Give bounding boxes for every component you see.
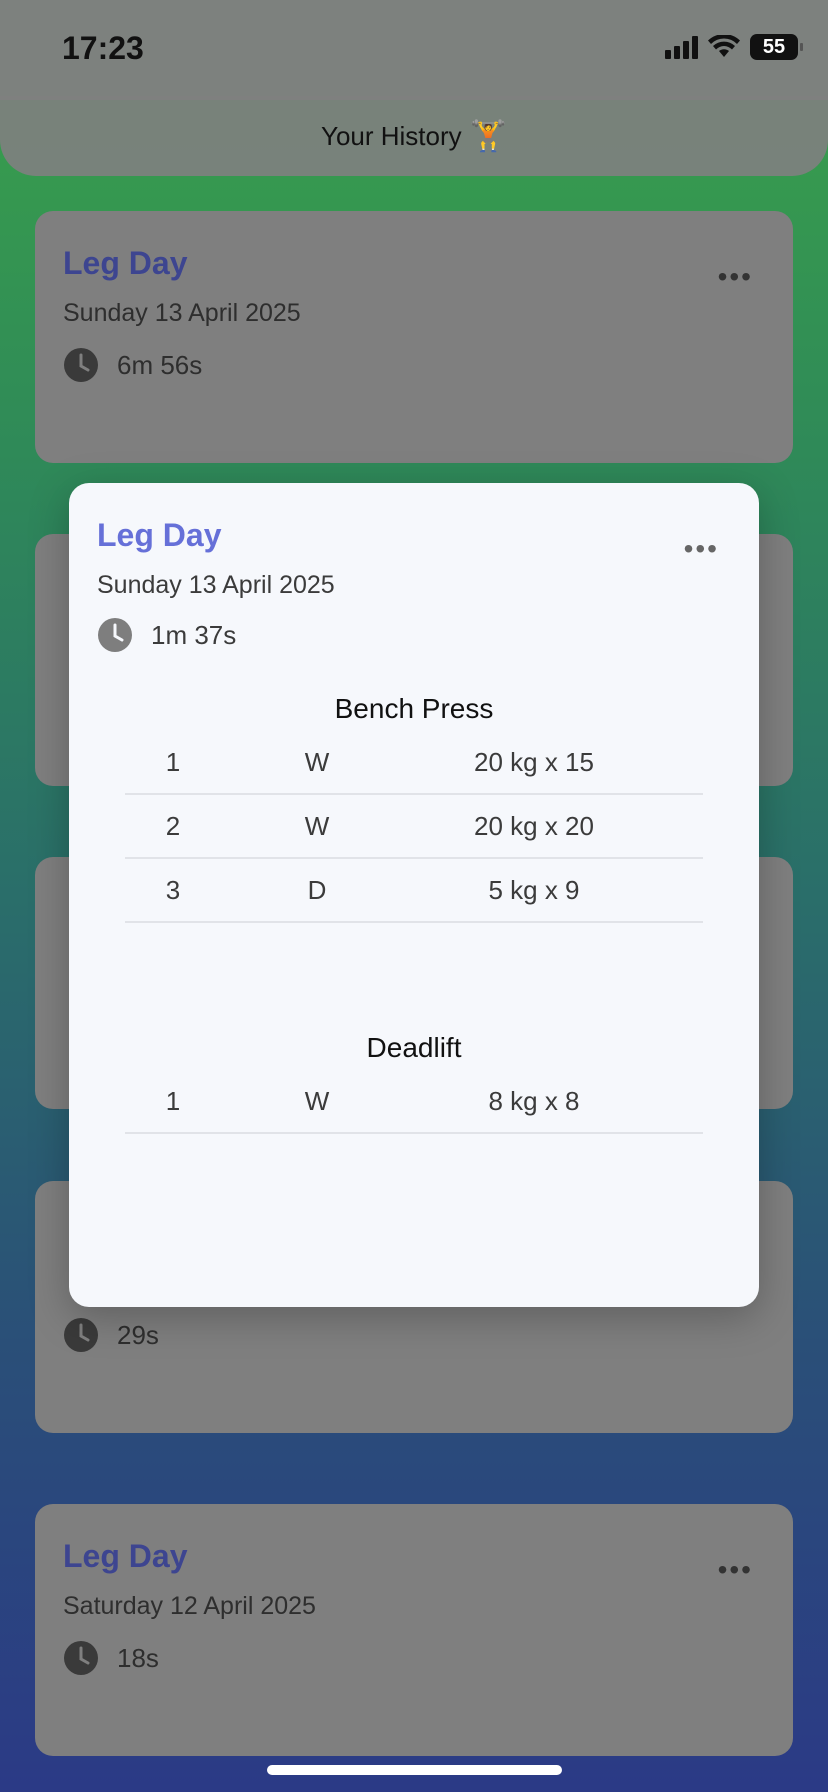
status-bar: 17:23 55 — [0, 0, 828, 100]
exercise-section: Deadlift 1 W 8 kg x 8 — [125, 1026, 703, 1134]
set-detail: 8 kg x 8 — [488, 1085, 580, 1116]
set-type: W — [304, 810, 330, 841]
workout-date: Saturday 12 April 2025 — [63, 1592, 316, 1620]
workout-duration: 1m 37s — [97, 617, 236, 653]
set-number: 2 — [165, 810, 181, 841]
set-type: W — [304, 1085, 330, 1116]
set-row: 1 W 20 kg x 15 — [125, 731, 703, 795]
status-time: 17:23 — [62, 30, 144, 66]
wifi-icon — [708, 35, 740, 57]
workout-card[interactable]: Leg Day Saturday 12 April 2025 18s ••• — [35, 1504, 793, 1756]
workout-date: Sunday 13 April 2025 — [63, 299, 301, 327]
duration-text: 1m 37s — [151, 619, 237, 650]
more-options-button[interactable]: ••• — [718, 263, 753, 291]
more-options-button[interactable]: ••• — [718, 1556, 753, 1584]
home-indicator[interactable] — [267, 1765, 562, 1775]
duration-text: 18s — [117, 1642, 159, 1673]
workout-title: Leg Day — [63, 1538, 188, 1574]
set-row: 3 D 5 kg x 9 — [125, 859, 703, 923]
clock-icon — [64, 1641, 98, 1675]
cellular-signal-icon — [665, 35, 698, 59]
clock-icon — [98, 618, 132, 652]
set-type: D — [307, 874, 327, 905]
exercise-name: Bench Press — [334, 693, 494, 724]
workout-duration: 18s — [63, 1640, 159, 1676]
more-options-button[interactable]: ••• — [684, 535, 719, 563]
history-header: Your History 🏋️ — [0, 96, 828, 176]
page-title: Your History — [320, 120, 462, 151]
weightlifter-icon: 🏋️ — [469, 119, 507, 153]
workout-title: Leg Day — [63, 245, 188, 281]
set-number: 1 — [165, 1085, 181, 1116]
workout-date: Sunday 13 April 2025 — [97, 571, 335, 599]
set-row: 1 W 8 kg x 8 — [125, 1070, 703, 1134]
set-detail: 5 kg x 9 — [488, 874, 580, 905]
set-type: W — [304, 746, 330, 777]
duration-text: 29s — [117, 1319, 159, 1350]
workout-duration: 6m 56s — [63, 347, 202, 383]
workout-card[interactable]: Leg Day Sunday 13 April 2025 6m 56s ••• — [35, 211, 793, 463]
workout-detail-popup[interactable]: Leg Day Sunday 13 April 2025 1m 37s ••• … — [69, 483, 759, 1307]
exercise-name: Deadlift — [366, 1032, 462, 1063]
exercise-section: Bench Press 1 W 20 kg x 15 2 W 20 kg x 2… — [125, 687, 703, 923]
set-detail: 20 kg x 20 — [474, 810, 594, 841]
battery-icon: 55 — [750, 34, 803, 60]
workout-title: Leg Day — [97, 517, 222, 553]
clock-icon — [64, 348, 98, 382]
set-number: 1 — [165, 746, 181, 777]
clock-icon — [64, 1318, 98, 1352]
set-detail: 20 kg x 15 — [474, 746, 594, 777]
duration-text: 6m 56s — [117, 349, 203, 380]
set-number: 3 — [165, 874, 181, 905]
workout-duration: 29s — [63, 1317, 159, 1353]
status-icons: 55 — [665, 34, 803, 60]
set-row: 2 W 20 kg x 20 — [125, 795, 703, 859]
